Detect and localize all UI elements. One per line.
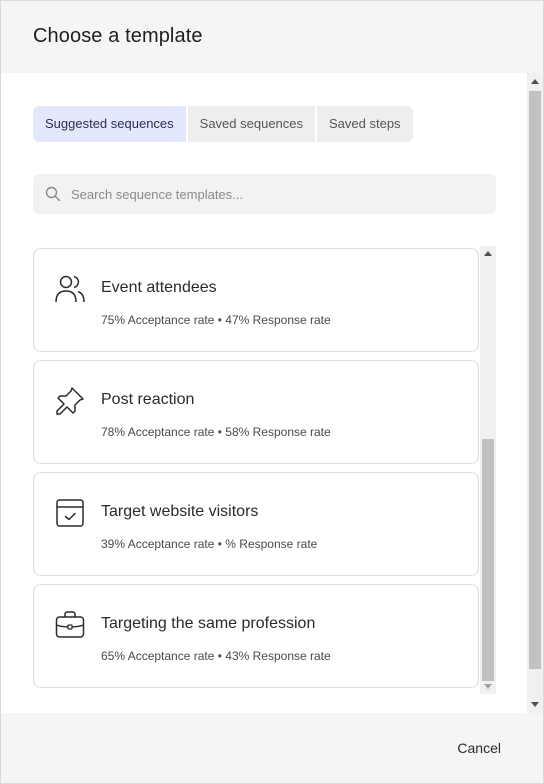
scroll-down-arrow-icon[interactable] [484, 684, 492, 689]
people-icon [55, 275, 85, 303]
template-card-post-reaction[interactable]: Post reaction 78% Acceptance rate • 58% … [33, 360, 479, 464]
tab-saved-steps[interactable]: Saved steps [317, 106, 413, 142]
dialog-header: Choose a template [1, 1, 543, 73]
dialog-footer: Cancel [1, 713, 543, 783]
tab-suggested-sequences[interactable]: Suggested sequences [33, 106, 186, 142]
briefcase-icon [55, 611, 85, 638]
dialog-title: Choose a template [33, 25, 203, 47]
template-name: Event attendees [101, 279, 217, 296]
template-card-event-attendees[interactable]: Event attendees 75% Acceptance rate • 47… [33, 248, 479, 352]
scrollbar-thumb[interactable] [482, 439, 494, 681]
tab-saved-sequences[interactable]: Saved sequences [187, 106, 316, 142]
scroll-up-arrow-icon[interactable] [484, 251, 492, 256]
template-dialog: Choose a template Suggested sequences Sa… [0, 0, 544, 784]
template-tabs: Suggested sequences Saved sequences Save… [33, 106, 413, 142]
template-list: Event attendees 75% Acceptance rate • 47… [33, 248, 479, 692]
pin-icon [56, 387, 84, 415]
template-list-scrollbar[interactable] [480, 246, 496, 694]
scroll-up-arrow-icon[interactable] [531, 79, 539, 84]
search-box [33, 174, 496, 214]
search-icon [45, 186, 61, 202]
template-name: Targeting the same profession [101, 615, 316, 632]
dialog-scrollbar[interactable] [527, 73, 543, 713]
template-stats: 39% Acceptance rate • % Response rate [101, 537, 318, 551]
template-name: Target website visitors [101, 503, 259, 520]
template-stats: 75% Acceptance rate • 47% Response rate [101, 313, 331, 327]
cancel-button[interactable]: Cancel [457, 740, 501, 756]
scrollbar-thumb[interactable] [529, 91, 541, 669]
template-name: Post reaction [101, 391, 195, 408]
dialog-body: Suggested sequences Saved sequences Save… [1, 73, 543, 713]
template-stats: 78% Acceptance rate • 58% Response rate [101, 425, 331, 439]
template-card-target-website-visitors[interactable]: Target website visitors 39% Acceptance r… [33, 472, 479, 576]
template-card-same-profession[interactable]: Targeting the same profession 65% Accept… [33, 584, 479, 688]
template-stats: 65% Acceptance rate • 43% Response rate [101, 649, 331, 663]
scroll-down-arrow-icon[interactable] [531, 702, 539, 707]
browser-check-icon [56, 499, 84, 527]
search-input[interactable] [71, 174, 481, 214]
